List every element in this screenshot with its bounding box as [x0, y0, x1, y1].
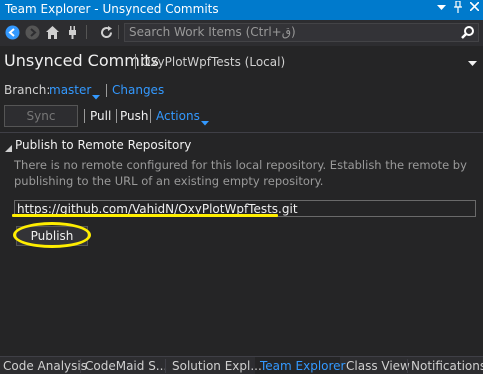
branch-separator [106, 84, 107, 97]
tab-class-view[interactable]: Class View [346, 359, 410, 373]
highlight-underline [12, 214, 278, 217]
push-link[interactable]: Push [120, 109, 149, 123]
actions-separator [84, 109, 85, 123]
publish-button[interactable]: Publish [16, 226, 88, 246]
search-icon[interactable] [460, 25, 476, 40]
actions-separator [116, 109, 117, 123]
repository-name: OxyPlotWpfTests (Local) [141, 55, 286, 69]
actions-menu[interactable]: Actions [156, 109, 200, 123]
search-box[interactable]: Search Work Items (Ctrl+ق) [124, 23, 479, 42]
toolbar: Search Work Items (Ctrl+ق) [0, 20, 483, 46]
branch-row: Branch: master Changes [0, 80, 483, 100]
home-icon[interactable] [44, 24, 60, 40]
tab-code-analysis[interactable]: Code Analysis [3, 359, 87, 373]
header-dropdown-icon[interactable] [468, 56, 477, 66]
header-divider [135, 54, 136, 69]
toolbar-separator [118, 25, 119, 39]
search-input[interactable]: Search Work Items (Ctrl+ق) [129, 25, 296, 39]
back-icon[interactable] [4, 24, 20, 40]
section-divider [0, 132, 483, 133]
refresh-icon[interactable] [98, 24, 114, 40]
tab-separator [407, 359, 408, 373]
tab-separator [165, 359, 166, 373]
bottom-tab-bar: Code Analysis CodeMaid S... Solution Exp… [0, 356, 483, 374]
close-icon[interactable] [467, 1, 481, 17]
window-menu-dropdown-icon[interactable] [434, 1, 448, 17]
publish-section-header[interactable]: Publish to Remote Repository [0, 137, 483, 155]
title-bar: Team Explorer - Unsynced Commits [0, 0, 483, 20]
branch-selector[interactable]: master [49, 83, 91, 97]
tab-codemaid[interactable]: CodeMaid S... [85, 359, 167, 373]
tab-team-explorer[interactable]: Team Explorer [260, 359, 346, 373]
window-title: Team Explorer - Unsynced Commits [5, 2, 219, 16]
changes-link[interactable]: Changes [112, 83, 164, 97]
no-remote-message: There is no remote configured for this l… [14, 158, 467, 188]
actions-dropdown-icon[interactable] [201, 115, 209, 129]
pin-icon[interactable] [451, 0, 465, 17]
collapse-triangle-icon[interactable] [5, 141, 12, 155]
tab-notifications[interactable]: Notifications [411, 359, 483, 373]
publish-section-title: Publish to Remote Repository [15, 138, 192, 152]
toolbar-separator [86, 25, 87, 39]
page-header: Unsynced Commits OxyPlotWpfTests (Local) [0, 46, 483, 76]
branch-dropdown-icon[interactable] [92, 89, 100, 103]
actions-separator [150, 109, 151, 123]
actions-row: Sync Pull Push Actions [0, 103, 483, 129]
pull-link[interactable]: Pull [90, 109, 111, 123]
plug-icon[interactable] [64, 24, 80, 40]
branch-label: Branch: [4, 83, 51, 97]
sync-button[interactable]: Sync [4, 105, 78, 127]
tab-separator [80, 359, 81, 373]
tab-solution-explorer[interactable]: Solution Expl... [172, 359, 262, 373]
forward-icon[interactable] [24, 24, 40, 40]
